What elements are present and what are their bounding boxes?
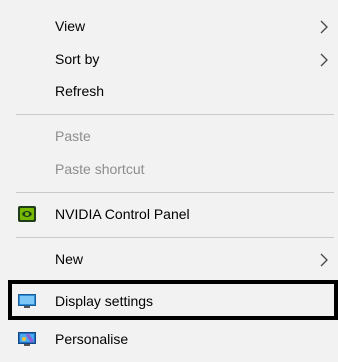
personalise-icon xyxy=(18,332,36,346)
menu-item-label: Personalise xyxy=(55,331,129,347)
nvidia-icon xyxy=(18,206,36,222)
menu-separator xyxy=(16,282,334,283)
menu-separator xyxy=(16,192,334,193)
menu-item-label: View xyxy=(55,18,86,34)
chevron-right-icon xyxy=(320,53,328,67)
chevron-right-icon xyxy=(320,20,328,34)
menu-item-view[interactable]: View xyxy=(0,12,338,40)
desktop-context-menu: View Sort by Refresh Paste Paste shortcu… xyxy=(0,0,338,362)
menu-item-display-settings[interactable]: Display settings xyxy=(0,287,338,315)
menu-item-paste-shortcut: Paste shortcut xyxy=(0,155,338,183)
display-icon xyxy=(18,294,36,308)
menu-item-label: Paste xyxy=(55,128,91,144)
menu-separator xyxy=(16,114,334,115)
menu-item-label: Paste shortcut xyxy=(55,161,145,177)
menu-item-label: NVIDIA Control Panel xyxy=(55,206,190,222)
menu-item-label: Sort by xyxy=(55,51,100,67)
menu-item-nvidia-control-panel[interactable]: NVIDIA Control Panel xyxy=(0,200,338,228)
chevron-right-icon xyxy=(320,253,328,267)
menu-item-refresh[interactable]: Refresh xyxy=(0,77,338,105)
menu-item-sort-by[interactable]: Sort by xyxy=(0,45,338,73)
menu-separator xyxy=(16,237,334,238)
menu-item-new[interactable]: New xyxy=(0,245,338,273)
menu-item-personalise[interactable]: Personalise xyxy=(0,325,338,353)
menu-item-paste: Paste xyxy=(0,122,338,150)
menu-item-label: Refresh xyxy=(55,83,105,99)
menu-item-label: Display settings xyxy=(55,293,154,309)
menu-item-label: New xyxy=(55,251,84,267)
